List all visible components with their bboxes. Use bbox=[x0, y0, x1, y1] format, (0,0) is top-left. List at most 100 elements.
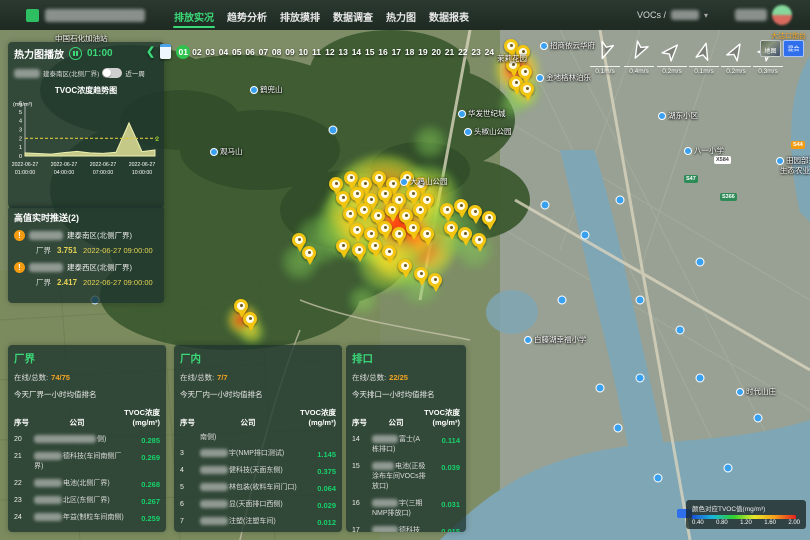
hour-09[interactable]: 09 bbox=[283, 45, 296, 59]
hour-16[interactable]: 16 bbox=[376, 45, 389, 59]
table-row[interactable]: 4健科技(天面东侧)0.375 bbox=[180, 466, 336, 476]
hour-13[interactable]: 13 bbox=[336, 45, 349, 59]
map-pin[interactable] bbox=[382, 245, 398, 266]
week-range-toggle[interactable] bbox=[102, 68, 122, 78]
hour-19[interactable]: 19 bbox=[416, 45, 429, 59]
heatmap-playback-panel: 热力图播放 01:00 建泰南区(北侧厂界) 近一周 TVOC浓度趋势图 (mg… bbox=[8, 42, 164, 208]
table-row[interactable]: 17德科技(FHVP1007)0.015 bbox=[352, 526, 460, 532]
poi-dot[interactable] bbox=[696, 374, 705, 383]
table-row[interactable]: 16宇(三期NMP排放口)0.031 bbox=[352, 499, 460, 519]
table-row[interactable]: 5林包装(收料车间门口)0.064 bbox=[180, 483, 336, 493]
calendar-icon[interactable] bbox=[160, 44, 171, 59]
hour-23[interactable]: 23 bbox=[469, 45, 482, 59]
nav-item-数据调查[interactable]: 数据调查 bbox=[330, 1, 376, 30]
hour-21[interactable]: 21 bbox=[443, 45, 456, 59]
row-no: 4 bbox=[180, 466, 200, 474]
map-pin[interactable] bbox=[420, 227, 436, 248]
table-header: 序号公司TVOC浓度(mg/m³) bbox=[180, 408, 336, 428]
hour-04[interactable]: 04 bbox=[217, 45, 230, 59]
poi-dot[interactable] bbox=[696, 258, 705, 267]
nav-item-热力图[interactable]: 热力图 bbox=[383, 1, 419, 30]
map-label-text: 茉莉花园 bbox=[497, 53, 527, 64]
poi-dot[interactable] bbox=[616, 196, 625, 205]
map-pin[interactable] bbox=[428, 273, 444, 294]
table-row[interactable]: 22电池(北侧厂界)0.268 bbox=[14, 479, 160, 489]
poi-dot[interactable] bbox=[636, 296, 645, 305]
hour-05[interactable]: 05 bbox=[230, 45, 243, 59]
hour-06[interactable]: 06 bbox=[243, 45, 256, 59]
hour-14[interactable]: 14 bbox=[350, 45, 363, 59]
row-company: 富士(A栋排口) bbox=[372, 435, 426, 455]
hour-02[interactable]: 02 bbox=[190, 45, 203, 59]
table-row[interactable]: 20侧)0.285 bbox=[14, 435, 160, 445]
poi-dot[interactable] bbox=[596, 384, 605, 393]
row-no: 20 bbox=[14, 435, 34, 443]
avatar[interactable] bbox=[772, 5, 792, 25]
poi-dot[interactable] bbox=[636, 374, 645, 383]
map-mode-地图[interactable]: 地图 bbox=[760, 40, 781, 57]
hour-10[interactable]: 10 bbox=[297, 45, 310, 59]
chevron-down-icon[interactable]: ▾ bbox=[704, 11, 708, 20]
hour-24[interactable]: 24 bbox=[483, 45, 496, 59]
hour-11[interactable]: 11 bbox=[310, 45, 323, 59]
map-pin[interactable] bbox=[243, 312, 259, 333]
vocs-selected-value-redacted[interactable] bbox=[671, 10, 699, 20]
hour-03[interactable]: 03 bbox=[204, 45, 217, 59]
legend-tick: 1.20 bbox=[740, 520, 752, 526]
poi-dot[interactable] bbox=[329, 126, 338, 135]
wind-speed-label: 0.1m/s bbox=[689, 66, 719, 75]
nav-item-排放实况[interactable]: 排放实况 bbox=[171, 1, 217, 30]
pause-icon[interactable] bbox=[69, 47, 82, 60]
hour-12[interactable]: 12 bbox=[323, 45, 336, 59]
nav-item-排放摸排[interactable]: 排放摸排 bbox=[277, 1, 323, 30]
table-row[interactable]: 7注塑(注塑车间)0.012 bbox=[180, 517, 336, 527]
timeline-prev-icon[interactable]: ❮ bbox=[146, 45, 155, 58]
hour-08[interactable]: 08 bbox=[270, 45, 283, 59]
table-row[interactable]: 14富士(A栋排口)0.114 bbox=[352, 435, 460, 455]
poi-dot[interactable] bbox=[754, 414, 763, 423]
hour-17[interactable]: 17 bbox=[390, 45, 403, 59]
map-pin[interactable] bbox=[398, 259, 414, 280]
nav-item-趋势分析[interactable]: 趋势分析 bbox=[224, 1, 270, 30]
poi-dot[interactable] bbox=[724, 464, 733, 473]
poi-dot[interactable] bbox=[541, 201, 550, 210]
hour-01[interactable]: 01 bbox=[176, 45, 190, 59]
table-row[interactable]: 6显(天面排口西侧)0.029 bbox=[180, 500, 336, 510]
row-carryover-text: 南侧) bbox=[200, 432, 336, 442]
table-row[interactable]: 3宇(NMP排口测试)1.145 bbox=[180, 449, 336, 459]
col-value: TVOC浓度(mg/m³) bbox=[296, 408, 336, 428]
push-item-2[interactable]: !建泰西区(北侧厂界)厂界2.4172022-06-27 09:00:00 bbox=[14, 262, 164, 288]
row-value: 1.145 bbox=[302, 449, 336, 459]
map-pin-tail bbox=[386, 257, 394, 264]
map-pin[interactable] bbox=[302, 246, 318, 267]
table-row[interactable]: 15电池(正极涂布车间VOCs排放口)0.039 bbox=[352, 462, 460, 492]
hour-20[interactable]: 20 bbox=[430, 45, 443, 59]
col-value: TVOC浓度(mg/m³) bbox=[120, 408, 160, 428]
poi-dot[interactable] bbox=[581, 231, 590, 240]
hour-18[interactable]: 18 bbox=[403, 45, 416, 59]
map-label-text: 华发世纪城 bbox=[468, 108, 506, 119]
hour-07[interactable]: 07 bbox=[257, 45, 270, 59]
poi-dot[interactable] bbox=[558, 296, 567, 305]
map-label: 金地格林泊乐 bbox=[536, 72, 591, 83]
poi-dot[interactable] bbox=[676, 326, 685, 335]
map-mode-混合[interactable]: 混合 bbox=[783, 40, 804, 57]
map-pin-tail bbox=[432, 285, 440, 292]
legend-label: 颜色对应TVOC值(mg/m³) bbox=[692, 503, 800, 513]
table-row[interactable]: 21德科技(车间南侧厂界)0.269 bbox=[14, 452, 160, 472]
map-pin[interactable] bbox=[482, 211, 498, 232]
map-pin[interactable] bbox=[352, 243, 368, 264]
hour-15[interactable]: 15 bbox=[363, 45, 376, 59]
map-pin[interactable] bbox=[336, 239, 352, 260]
nav-item-数据报表[interactable]: 数据报表 bbox=[426, 1, 472, 30]
top-bar: 排放实况趋势分析排放摸排数据调查热力图数据报表 VOCs / ▾ bbox=[0, 0, 810, 30]
table-row[interactable]: 24年益(制粒车间南侧)0.259 bbox=[14, 513, 160, 523]
poi-dot[interactable] bbox=[654, 474, 663, 483]
push-item-1[interactable]: !建泰南区(北侧厂界)厂界3.7512022-06-27 09:00:00 bbox=[14, 230, 164, 256]
row-company: 宇(三期NMP排放口) bbox=[372, 499, 426, 519]
table-row[interactable]: 23北区(东侧厂界)0.267 bbox=[14, 496, 160, 506]
poi-dot[interactable] bbox=[614, 424, 623, 433]
map-pin[interactable] bbox=[472, 233, 488, 254]
hour-22[interactable]: 22 bbox=[456, 45, 469, 59]
map-pin[interactable] bbox=[520, 82, 536, 103]
